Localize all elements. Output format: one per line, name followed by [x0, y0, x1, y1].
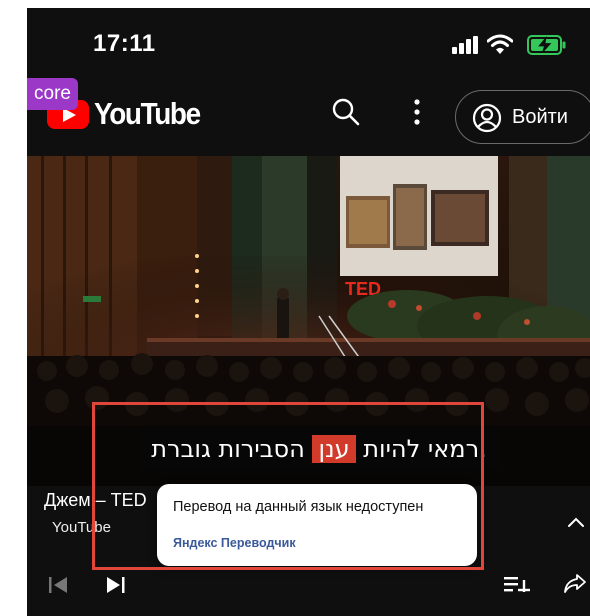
channel-name[interactable]: YouTube [52, 519, 111, 536]
phone-screen: 17:11 core YouTube Войти TED .רמאי להיות… [27, 8, 590, 616]
previous-icon[interactable] [47, 574, 69, 596]
chevron-up-icon[interactable] [567, 516, 585, 528]
wifi-icon [487, 34, 513, 54]
youtube-wordmark: YouTube [94, 96, 201, 131]
video-subtitle: .רמאי להיות ענן הסבירות גוברת [140, 428, 498, 470]
status-time: 17:11 [93, 30, 156, 57]
status-bar: 17:11 [27, 8, 590, 74]
sign-in-label: Войти [512, 106, 568, 128]
share-icon[interactable] [563, 571, 587, 595]
battery-charging-icon [527, 35, 566, 55]
subtitle-text-start: .רמאי להיות [355, 435, 487, 463]
next-icon[interactable] [105, 574, 129, 596]
signal-icon [452, 36, 478, 54]
yandex-translator-link[interactable]: Яндекс Переводчик [173, 536, 296, 550]
core-badge: core [27, 78, 78, 110]
translation-unavailable-popup: Перевод на данный язык недоступен Яндекс… [157, 484, 477, 566]
subtitle-highlighted-word[interactable]: ענן [312, 435, 356, 463]
subtitle-text-end: הסבירות גוברת [151, 435, 313, 463]
account-icon [472, 103, 502, 133]
sign-in-button[interactable]: Войти [455, 90, 590, 144]
search-icon[interactable] [330, 96, 362, 128]
more-vertical-icon[interactable] [407, 96, 427, 128]
add-to-queue-icon[interactable] [503, 574, 531, 594]
popup-message: Перевод на данный язык недоступен [173, 499, 424, 515]
video-title[interactable]: Джем – TED [44, 490, 147, 511]
